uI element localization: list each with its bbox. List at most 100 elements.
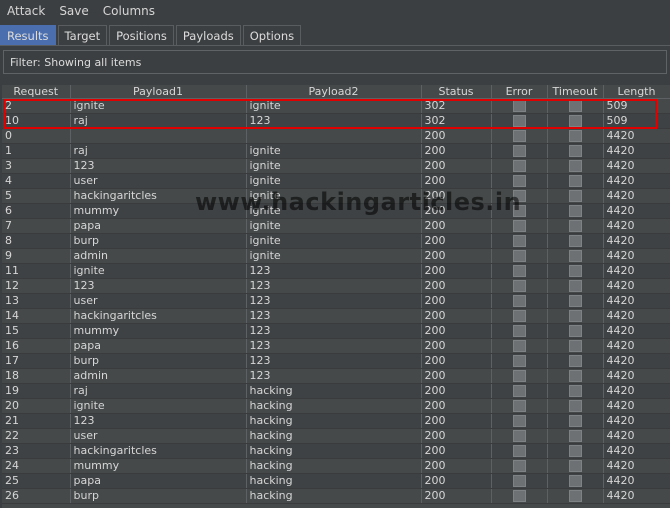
tab-results[interactable]: Results (0, 25, 56, 45)
cell-request: 4 (2, 173, 71, 189)
timeout-checkbox (568, 324, 582, 337)
cell-error (491, 413, 548, 429)
cell-payload2: hacking (246, 383, 422, 399)
tab-payloads[interactable]: Payloads (175, 25, 241, 45)
table-row[interactable]: 13 user 123 200 4420 (2, 293, 670, 309)
table-row[interactable]: 12 123 123 200 4420 (2, 278, 670, 294)
cell-error (491, 308, 548, 324)
timeout-checkbox (568, 489, 582, 502)
table-row[interactable]: 15 mummy 123 200 4420 (2, 323, 670, 339)
menu-attack[interactable]: Attack (0, 4, 52, 18)
table-row[interactable]: 10 raj 123 302 509 (2, 113, 670, 129)
table-row[interactable]: 17 burp 123 200 4420 (2, 353, 670, 369)
table-row[interactable]: 16 papa 123 200 4420 (2, 338, 670, 354)
error-checkbox (512, 474, 526, 487)
table-row[interactable]: 2 ignite ignite 302 509 (2, 98, 670, 114)
table-row[interactable]: 11 ignite 123 200 4420 (2, 263, 670, 279)
table-row[interactable]: 8 burp ignite 200 4420 (2, 233, 670, 249)
cell-status: 200 (421, 173, 492, 189)
cell-request: 0 (2, 128, 71, 144)
error-checkbox (512, 159, 526, 172)
timeout-checkbox (568, 114, 582, 127)
timeout-checkbox (568, 99, 582, 112)
table-row[interactable]: 5 hackingaritcles ignite 200 4420 (2, 188, 670, 204)
cell-status: 200 (421, 338, 492, 354)
column-header-payload2[interactable]: Payload2 (246, 85, 422, 99)
error-checkbox (512, 324, 526, 337)
table-row[interactable]: 23 hackingaritcles hacking 200 4420 (2, 443, 670, 459)
cell-payload1: mummy (70, 458, 247, 474)
cell-error (491, 173, 548, 189)
cell-length: 4420 (603, 278, 670, 294)
cell-length: 4420 (603, 338, 670, 354)
table-row[interactable]: 19 raj hacking 200 4420 (2, 383, 670, 399)
cell-payload1: burp (70, 233, 247, 249)
cell-error (491, 263, 548, 279)
cell-timeout (547, 248, 604, 264)
cell-payload2: hacking (246, 398, 422, 414)
cell-request: 15 (2, 323, 71, 339)
column-header-timeout[interactable]: Timeout (547, 85, 604, 99)
table-row[interactable]: 6 mummy ignite 200 4420 (2, 203, 670, 219)
cell-payload2: 123 (246, 353, 422, 369)
column-header-status[interactable]: Status (421, 85, 492, 99)
tab-options[interactable]: Options (242, 25, 302, 45)
cell-timeout (547, 368, 604, 384)
cell-payload2: 123 (246, 338, 422, 354)
table-row[interactable]: 20 ignite hacking 200 4420 (2, 398, 670, 414)
timeout-checkbox (568, 369, 582, 382)
table-row[interactable]: 9 admin ignite 200 4420 (2, 248, 670, 264)
cell-error (491, 323, 548, 339)
table-row[interactable]: 25 papa hacking 200 4420 (2, 473, 670, 489)
table-row[interactable]: 24 mummy hacking 200 4420 (2, 458, 670, 474)
error-checkbox (512, 279, 526, 292)
column-header-payload1[interactable]: Payload1 (70, 85, 247, 99)
column-header-request[interactable]: Request (2, 85, 71, 99)
cell-timeout (547, 428, 604, 444)
tab-positions[interactable]: Positions (109, 25, 174, 45)
cell-length: 509 (603, 113, 670, 129)
cell-length: 4420 (603, 218, 670, 234)
cell-status: 200 (421, 233, 492, 249)
cell-length: 4420 (603, 308, 670, 324)
column-header-error[interactable]: Error (491, 85, 548, 99)
table-row[interactable]: 0 200 4420 (2, 128, 670, 144)
cell-status: 200 (421, 143, 492, 159)
cell-request: 5 (2, 188, 71, 204)
cell-status: 200 (421, 158, 492, 174)
cell-status: 200 (421, 353, 492, 369)
error-checkbox (512, 114, 526, 127)
cell-payload1: papa (70, 218, 247, 234)
tab-target[interactable]: Target (57, 25, 108, 45)
cell-payload1: hackingaritcles (70, 443, 247, 459)
menu-columns[interactable]: Columns (96, 4, 162, 18)
table-row[interactable]: 14 hackingaritcles 123 200 4420 (2, 308, 670, 324)
cell-payload1: burp (70, 353, 247, 369)
cell-payload2 (246, 128, 422, 144)
cell-payload1: 123 (70, 278, 247, 294)
error-checkbox (512, 264, 526, 277)
table-row[interactable]: 22 user hacking 200 4420 (2, 428, 670, 444)
menu-save[interactable]: Save (52, 4, 95, 18)
table-row[interactable]: 7 papa ignite 200 4420 (2, 218, 670, 234)
table-row[interactable]: 3 123 ignite 200 4420 (2, 158, 670, 174)
column-header-length[interactable]: Length (603, 85, 670, 99)
cell-request: 16 (2, 338, 71, 354)
cell-error (491, 203, 548, 219)
results-table: Request Payload1 Payload2 Status Error T… (2, 85, 670, 504)
table-row[interactable]: 26 burp hacking 200 4420 (2, 488, 670, 504)
cell-error (491, 143, 548, 159)
filter-bar[interactable]: Filter: Showing all items (3, 50, 667, 74)
table-row[interactable]: 1 raj ignite 200 4420 (2, 143, 670, 159)
cell-length: 4420 (603, 353, 670, 369)
cell-payload2: 123 (246, 368, 422, 384)
table-row[interactable]: 18 admin 123 200 4420 (2, 368, 670, 384)
error-checkbox (512, 219, 526, 232)
table-row[interactable]: 4 user ignite 200 4420 (2, 173, 670, 189)
cell-length: 4420 (603, 173, 670, 189)
error-checkbox (512, 249, 526, 262)
table-row[interactable]: 21 123 hacking 200 4420 (2, 413, 670, 429)
cell-request: 23 (2, 443, 71, 459)
cell-payload1: mummy (70, 323, 247, 339)
cell-status: 200 (421, 248, 492, 264)
